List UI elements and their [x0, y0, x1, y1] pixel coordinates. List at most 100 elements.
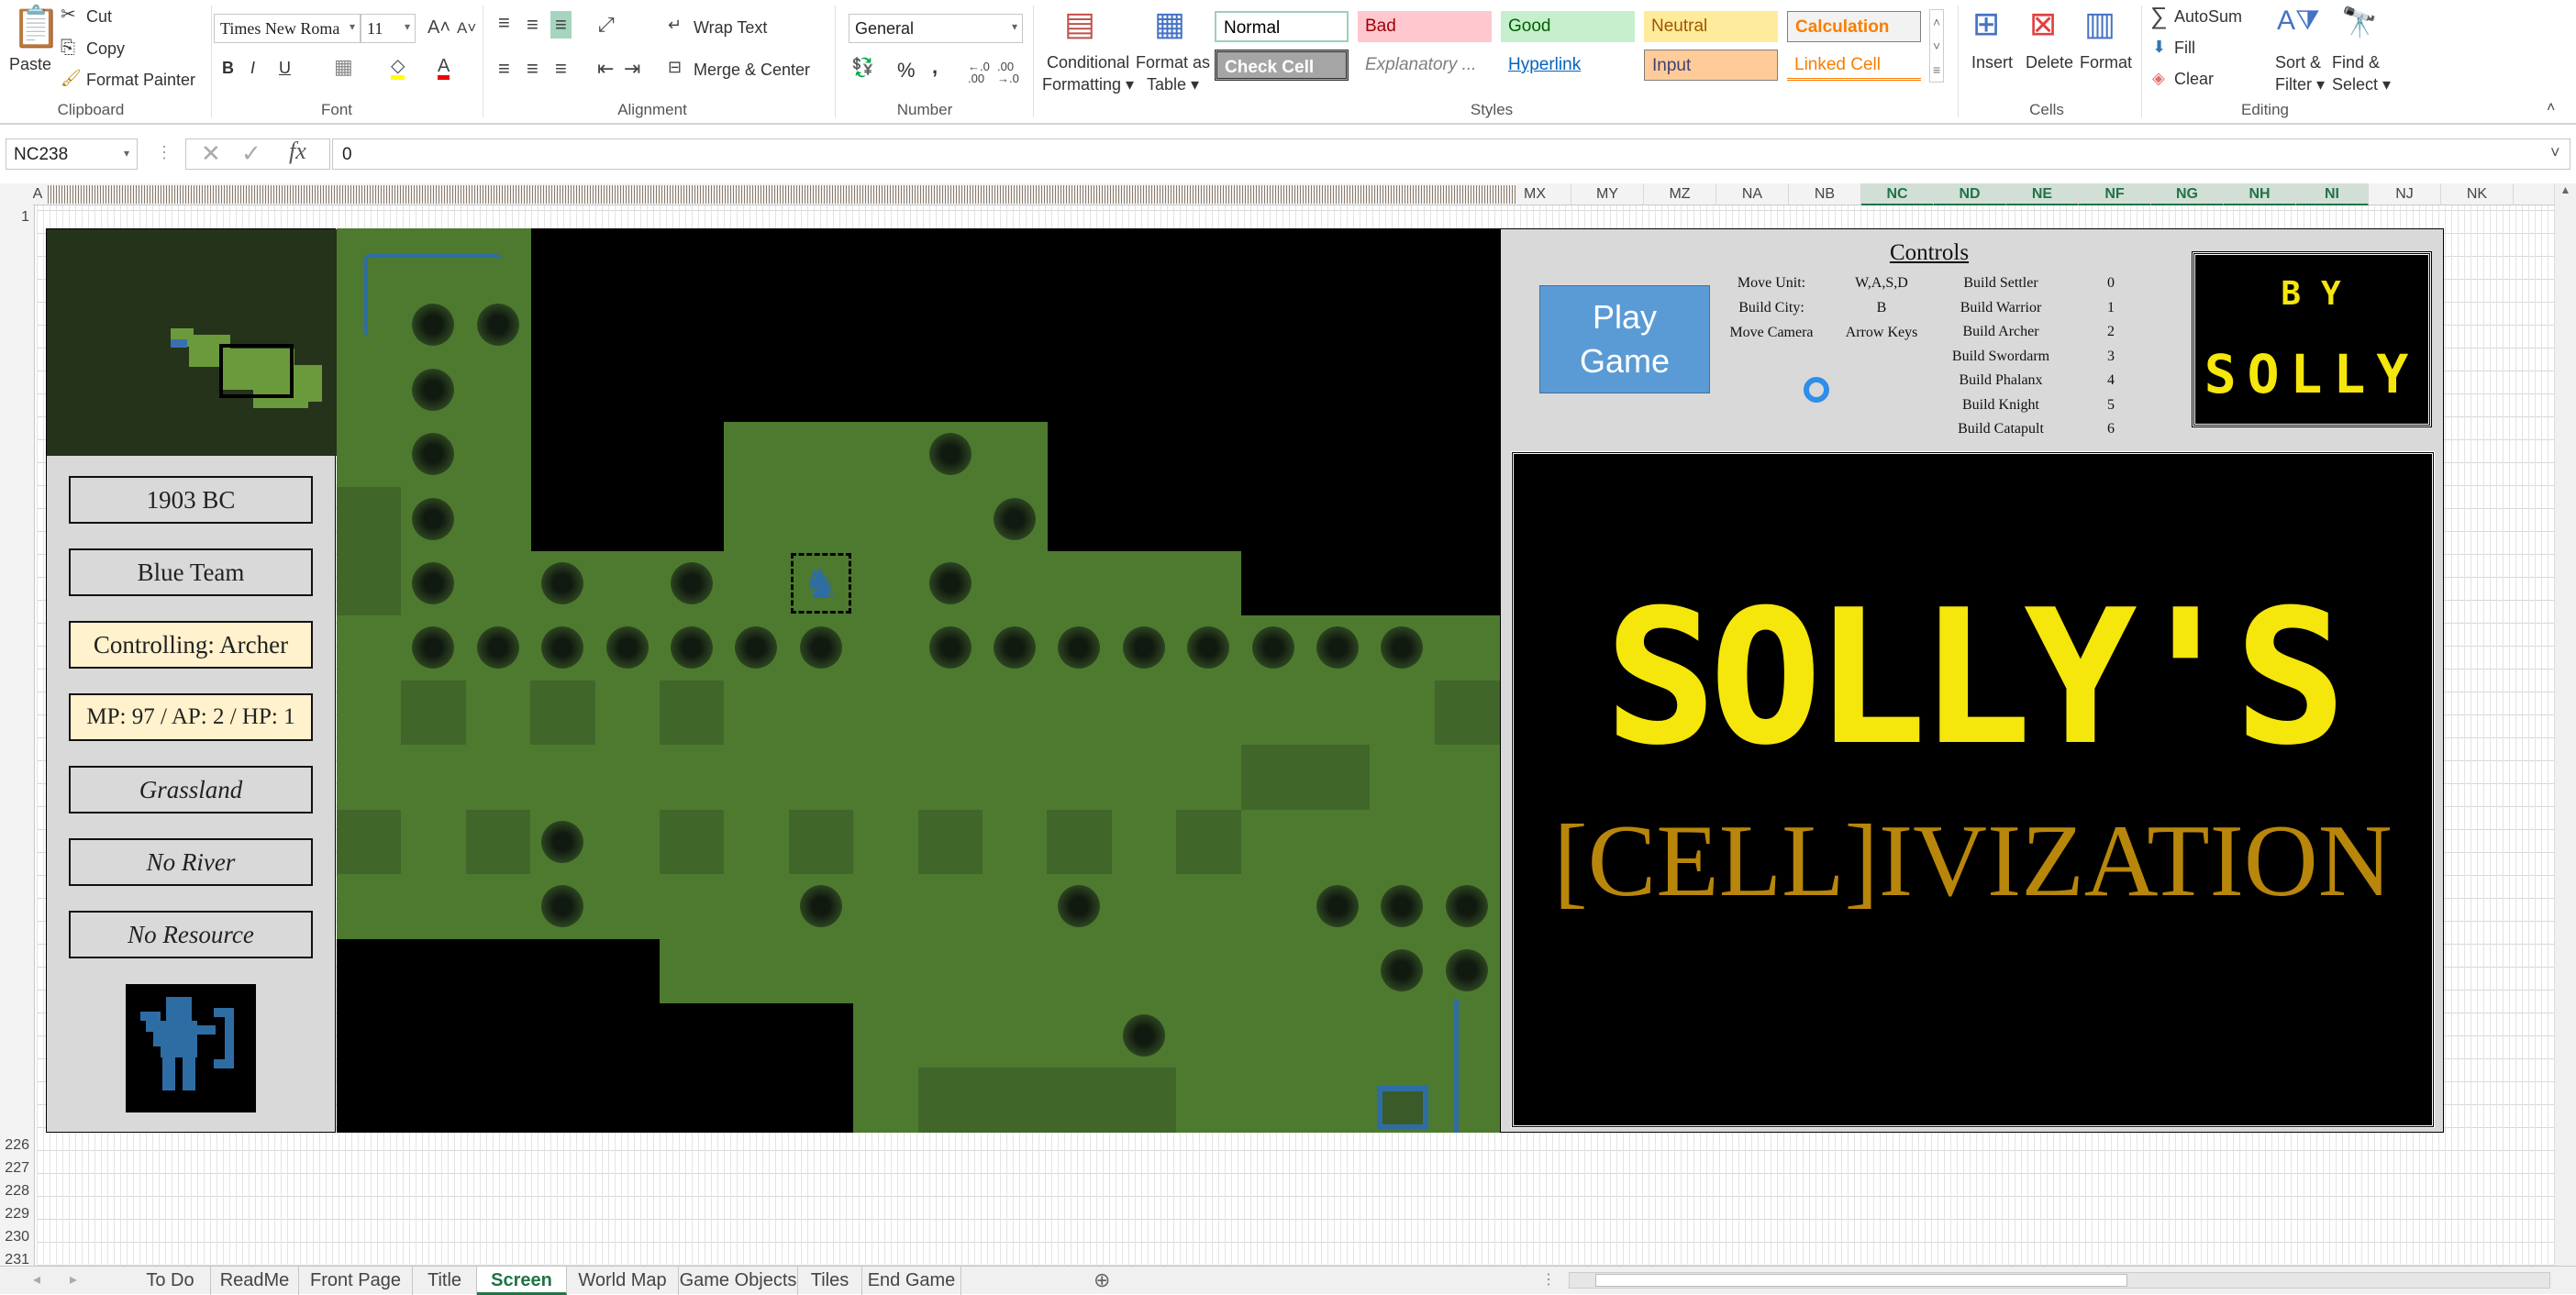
font-size-select[interactable]: 11 ▾	[361, 14, 416, 43]
formula-input[interactable]: 0	[332, 138, 2570, 170]
column-header-mx[interactable]: MX	[1499, 183, 1571, 205]
sheet-tab-front-page[interactable]: Front Page	[299, 1267, 413, 1295]
expand-formula-bar-icon[interactable]: ˅	[2550, 143, 2560, 162]
column-header-mz[interactable]: MZ	[1644, 183, 1716, 205]
row-header[interactable]: 227	[0, 1160, 33, 1177]
cell-style-input[interactable]: Input	[1644, 50, 1778, 81]
sheet-tab-screen[interactable]: Screen	[477, 1267, 567, 1295]
column-header-my[interactable]: MY	[1571, 183, 1644, 205]
sheet-tab-game-objects[interactable]: Game Objects	[679, 1267, 798, 1295]
font-family-select[interactable]: Times New Roma ▾	[214, 14, 361, 43]
accounting-format-icon[interactable]: 💱	[851, 59, 874, 77]
sheet-tab-title[interactable]: Title	[413, 1267, 477, 1295]
play-game-button[interactable]: Play Game	[1539, 285, 1710, 393]
format-button[interactable]: Format	[2080, 53, 2132, 72]
enter-icon[interactable]: ✓	[241, 139, 261, 168]
cell-style-linked-cell[interactable]: Linked Cell	[1787, 50, 1921, 81]
scroll-tabs-left-icon[interactable]: ◂	[33, 1270, 40, 1289]
tabs-options-icon[interactable]: ⋮	[1541, 1270, 1556, 1289]
sheet-tab-to-do[interactable]: To Do	[130, 1267, 211, 1295]
merge-center-button[interactable]: Merge & Center	[694, 61, 810, 80]
collapse-ribbon-icon[interactable]: ˄	[2547, 101, 2555, 116]
shrink-font-icon[interactable]: A˅	[457, 20, 476, 36]
percent-button[interactable]: %	[897, 59, 916, 83]
number-format-select[interactable]: General ▾	[849, 14, 1023, 43]
column-header-nb[interactable]: NB	[1789, 183, 1861, 205]
decrease-indent-icon[interactable]: ⇤	[597, 59, 614, 79]
game-map[interactable]: ♞	[337, 228, 1500, 1133]
column-header-nk[interactable]: NK	[2441, 183, 2514, 205]
sheet-tab-world-map[interactable]: World Map	[567, 1267, 679, 1295]
format-as-table-button[interactable]: Format as Table ▾	[1136, 51, 1210, 95]
clear-button[interactable]: Clear	[2174, 70, 2214, 89]
scroll-tabs-right-icon[interactable]: ▸	[70, 1270, 77, 1289]
row-header[interactable]: 226	[0, 1137, 33, 1154]
align-center-icon[interactable]: ≡	[527, 59, 539, 79]
sheet-tab-readme[interactable]: ReadMe	[211, 1267, 299, 1295]
fill-color-icon[interactable]: ◇	[391, 57, 405, 80]
paste-button[interactable]: Paste	[9, 55, 51, 74]
formula-bar-options-icon[interactable]: ⋮	[156, 143, 172, 162]
minimap[interactable]	[47, 229, 337, 456]
cut-button[interactable]: Cut	[86, 7, 112, 27]
wrap-text-button[interactable]: Wrap Text	[694, 18, 767, 38]
column-header-ng[interactable]: NG	[2151, 183, 2224, 205]
gallery-scroll-icon[interactable]: ˄ ˅ ≡	[1929, 9, 1945, 83]
conditional-formatting-button[interactable]: Conditional Formatting ▾	[1042, 51, 1134, 95]
cell-style-hyperlink[interactable]: Hyperlink	[1501, 50, 1635, 81]
decrease-decimal-icon[interactable]: .00 →.0	[997, 61, 1019, 84]
find-select-button[interactable]: Find & Select ▾	[2332, 51, 2391, 95]
italic-button[interactable]: I	[250, 59, 255, 78]
column-header-nh[interactable]: NH	[2224, 183, 2296, 205]
insert-function-icon[interactable]: fx	[289, 138, 306, 165]
delete-button[interactable]: Delete	[2026, 53, 2073, 72]
city-icon[interactable]	[1377, 1086, 1429, 1131]
cell-style-normal[interactable]: Normal	[1215, 11, 1349, 42]
grow-font-icon[interactable]: A˄	[427, 18, 450, 37]
horizontal-scrollbar[interactable]	[1569, 1272, 2550, 1289]
vertical-scrollbar[interactable]: ▲	[2554, 183, 2576, 1266]
align-right-icon[interactable]: ≡	[555, 59, 567, 79]
bold-button[interactable]: B	[222, 59, 234, 78]
sort-filter-button[interactable]: Sort & Filter ▾	[2275, 51, 2325, 95]
increase-indent-icon[interactable]: ⇥	[624, 59, 640, 79]
cell-style-good[interactable]: Good	[1501, 11, 1635, 42]
borders-icon[interactable]: ▦	[334, 57, 353, 77]
column-header-ne[interactable]: NE	[2006, 183, 2079, 205]
column-header-ni[interactable]: NI	[2296, 183, 2369, 205]
archer-unit-icon[interactable]: ♞	[790, 553, 851, 614]
column-header-na[interactable]: NA	[1716, 183, 1789, 205]
column-header-nc[interactable]: NC	[1861, 183, 1934, 205]
font-color-icon[interactable]: A	[438, 57, 450, 80]
name-box[interactable]: NC238 ▾	[6, 138, 138, 170]
row-header[interactable]: 1	[0, 209, 33, 226]
cell-style-check-cell[interactable]: Check Cell	[1215, 50, 1349, 81]
row-header[interactable]: 230	[0, 1229, 33, 1245]
column-header-nf[interactable]: NF	[2079, 183, 2151, 205]
increase-decimal-icon[interactable]: ←.0.00	[968, 61, 990, 84]
insert-button[interactable]: Insert	[1971, 53, 2013, 72]
comma-button[interactable]: ,	[932, 55, 938, 79]
align-middle-icon[interactable]: ≡	[527, 15, 539, 35]
paste-icon[interactable]: 📋	[11, 7, 61, 48]
underline-button[interactable]: U	[279, 59, 291, 78]
sheet-tab-tiles[interactable]: Tiles	[798, 1267, 862, 1295]
add-sheet-icon[interactable]: ⊕	[1094, 1268, 1110, 1292]
sheet-tab-end-game[interactable]: End Game	[862, 1267, 961, 1295]
align-left-icon[interactable]: ≡	[498, 59, 510, 79]
align-bottom-icon[interactable]: ≡	[550, 11, 572, 39]
cell-style-explanatory[interactable]: Explanatory ...	[1358, 50, 1492, 81]
autosum-button[interactable]: AutoSum	[2174, 7, 2242, 27]
row-header[interactable]: 229	[0, 1206, 33, 1223]
cell-style-bad[interactable]: Bad	[1358, 11, 1492, 42]
cancel-icon[interactable]: ✕	[201, 139, 221, 168]
copy-button[interactable]: Copy	[86, 39, 125, 59]
column-header-nj[interactable]: NJ	[2369, 183, 2441, 205]
cell-style-calculation[interactable]: Calculation	[1787, 11, 1921, 42]
align-top-icon[interactable]: ≡	[498, 13, 510, 33]
corner-select-all[interactable]	[0, 183, 33, 205]
cell-style-neutral[interactable]: Neutral	[1644, 11, 1778, 42]
fill-button[interactable]: Fill	[2174, 39, 2195, 58]
orientation-icon[interactable]: ⤢	[598, 15, 615, 35]
row-header[interactable]: 228	[0, 1183, 33, 1200]
